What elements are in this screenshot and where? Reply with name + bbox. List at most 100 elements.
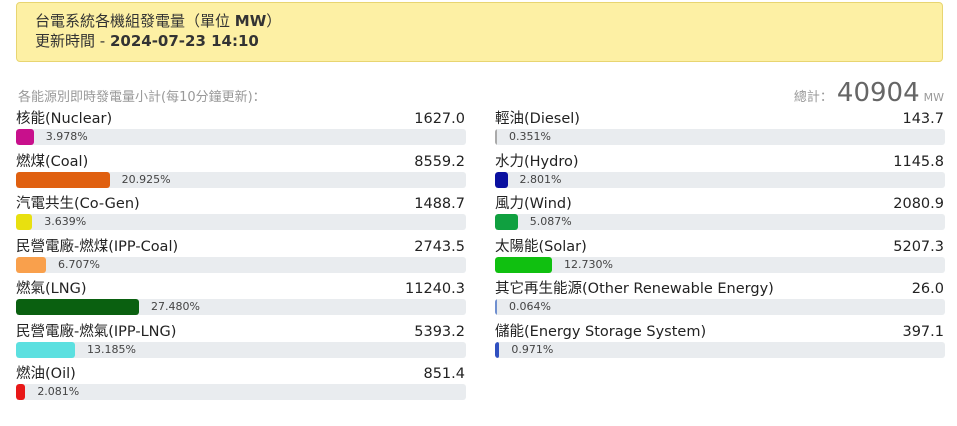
- progress-fill: [16, 129, 34, 145]
- energy-name: 汽電共生(Co-Gen): [16, 196, 140, 212]
- progress-fill: [495, 256, 552, 273]
- energy-row: 儲能(Energy Storage System) 397.1: [495, 322, 945, 342]
- percent-label: 2.801%: [519, 172, 562, 186]
- energy-name: 民營電廠-燃煤(IPP-Coal): [16, 238, 179, 255]
- progress-track: 13.185%: [16, 341, 466, 358]
- energy-row: 汽電共生(Co-Gen) 1488.7: [16, 194, 466, 214]
- energy-value: 1145.8: [893, 153, 944, 170]
- energy-row: 燃氣(LNG) 11240.3: [16, 279, 466, 299]
- progress-fill: [16, 384, 26, 400]
- energy-value: 5207.3: [893, 238, 944, 255]
- energy-row: 輕油(Diesel) 143.7: [495, 109, 945, 129]
- progress-track: 0.971%: [495, 341, 945, 358]
- banner-update-time: 更新時間 - 2024-07-23 14:10: [35, 31, 924, 51]
- total-label: 總計：: [793, 90, 833, 105]
- progress-fill: [16, 256, 47, 273]
- progress-track: 2.801%: [495, 171, 945, 188]
- energy-list-left: 核能(Nuclear) 1627.0 3.978% 燃煤(Coal) 8559.2 20.…: [16, 109, 466, 407]
- progress-track: 0.064%: [495, 299, 945, 315]
- progress-fill: [16, 171, 110, 188]
- banner-title-close: ）: [266, 12, 282, 30]
- progress-track: 27.480%: [16, 299, 466, 315]
- total-value: 40904: [836, 78, 920, 108]
- total-unit: MW: [923, 91, 944, 104]
- energy-item: 水力(Hydro) 1145.8 2.801%: [495, 152, 945, 195]
- progress-fill: [495, 341, 500, 358]
- energy-item: 風力(Wind) 2080.9 5.087%: [495, 194, 945, 237]
- energy-name: 儲能(Energy Storage System): [495, 323, 707, 340]
- energy-row: 太陽能(Solar) 5207.3: [495, 237, 945, 257]
- progress-track: 3.978%: [16, 129, 466, 145]
- energy-row: 其它再生能源(Other Renewable Energy) 26.0: [495, 279, 945, 299]
- percent-label: 5.087%: [529, 215, 572, 228]
- total-summary: 總計： 40904 MW: [794, 78, 944, 108]
- energy-name: 民營電廠-燃氣(IPP-LNG): [16, 323, 177, 340]
- energy-row: 水力(Hydro) 1145.8: [495, 152, 945, 172]
- percent-label: 27.480%: [151, 300, 200, 313]
- energy-value: 26.0: [911, 281, 944, 297]
- update-banner: 台電系統各機組發電量（單位 MW） 更新時間 - 2024-07-23 14:1…: [16, 2, 943, 62]
- progress-track: 2.081%: [16, 384, 466, 400]
- energy-item: 燃氣(LNG) 11240.3 27.480%: [16, 279, 466, 322]
- energy-item: 其它再生能源(Other Renewable Energy) 26.0 0.064%: [495, 279, 945, 322]
- progress-fill: [16, 214, 33, 230]
- banner-title-text: 台電系統各機組發電量（單位: [35, 12, 235, 30]
- energy-row: 民營電廠-燃氣(IPP-LNG) 5393.2: [16, 322, 466, 342]
- percent-label: 3.639%: [44, 215, 87, 228]
- progress-track: 6.707%: [16, 256, 466, 273]
- percent-label: 3.978%: [45, 130, 88, 143]
- update-label: 更新時間 -: [35, 32, 110, 50]
- percent-label: 0.971%: [511, 342, 554, 356]
- energy-value: 11240.3: [405, 281, 465, 297]
- energy-item: 輕油(Diesel) 143.7 0.351%: [495, 109, 945, 152]
- percent-label: 6.707%: [58, 257, 100, 271]
- section-subtitle: 各能源別即時發電量小計(每10分鐘更新)：: [18, 90, 266, 105]
- percent-label: 0.064%: [509, 300, 551, 313]
- energy-row: 燃煤(Coal) 8559.2: [16, 152, 466, 172]
- progress-fill: [16, 341, 76, 358]
- energy-name: 其它再生能源(Other Renewable Energy): [495, 281, 774, 297]
- banner-title-unit: MW: [234, 12, 267, 30]
- progress-track: 5.087%: [495, 214, 945, 230]
- progress-track: 12.730%: [495, 256, 945, 273]
- energy-name: 燃煤(Coal): [16, 153, 89, 170]
- energy-item: 核能(Nuclear) 1627.0 3.978%: [16, 109, 466, 152]
- energy-item: 汽電共生(Co-Gen) 1488.7 3.639%: [16, 194, 466, 237]
- energy-row: 風力(Wind) 2080.9: [495, 194, 945, 214]
- progress-fill: [16, 299, 139, 315]
- energy-value: 5393.2: [414, 323, 465, 340]
- progress-fill: [495, 299, 497, 315]
- progress-track: 3.639%: [16, 214, 466, 230]
- energy-list-right: 輕油(Diesel) 143.7 0.351% 水力(Hydro) 1145.8 2.80…: [495, 109, 945, 364]
- progress-fill: [495, 129, 497, 145]
- energy-name: 輕油(Diesel): [495, 111, 580, 127]
- energy-value: 851.4: [423, 366, 465, 382]
- energy-name: 核能(Nuclear): [16, 111, 113, 127]
- energy-item: 儲能(Energy Storage System) 397.1 0.971%: [495, 322, 945, 365]
- percent-label: 20.925%: [121, 172, 171, 186]
- energy-name: 太陽能(Solar): [495, 238, 587, 255]
- energy-name: 水力(Hydro): [495, 153, 579, 170]
- update-timestamp: 2024-07-23 14:10: [109, 32, 259, 50]
- energy-value: 2080.9: [893, 196, 944, 212]
- energy-name: 風力(Wind): [495, 196, 572, 212]
- energy-item: 民營電廠-燃氣(IPP-LNG) 5393.2 13.185%: [16, 322, 466, 365]
- energy-name: 燃氣(LNG): [16, 281, 87, 297]
- energy-item: 民營電廠-燃煤(IPP-Coal) 2743.5 6.707%: [16, 237, 466, 280]
- energy-name: 燃油(Oil): [16, 366, 76, 382]
- energy-value: 143.7: [902, 111, 944, 127]
- progress-track: 20.925%: [16, 171, 466, 188]
- energy-row: 燃油(Oil) 851.4: [16, 364, 466, 384]
- percent-label: 0.351%: [509, 130, 551, 143]
- progress-track: 0.351%: [495, 129, 945, 145]
- banner-title: 台電系統各機組發電量（單位 MW）: [35, 11, 924, 31]
- energy-row: 民營電廠-燃煤(IPP-Coal) 2743.5: [16, 237, 466, 257]
- progress-fill: [495, 171, 508, 188]
- progress-fill: [495, 214, 518, 230]
- energy-value: 397.1: [902, 323, 944, 340]
- percent-label: 13.185%: [87, 342, 136, 356]
- energy-value: 8559.2: [414, 153, 465, 170]
- energy-value: 1488.7: [414, 196, 465, 212]
- energy-value: 1627.0: [414, 111, 465, 127]
- energy-row: 核能(Nuclear) 1627.0: [16, 109, 466, 129]
